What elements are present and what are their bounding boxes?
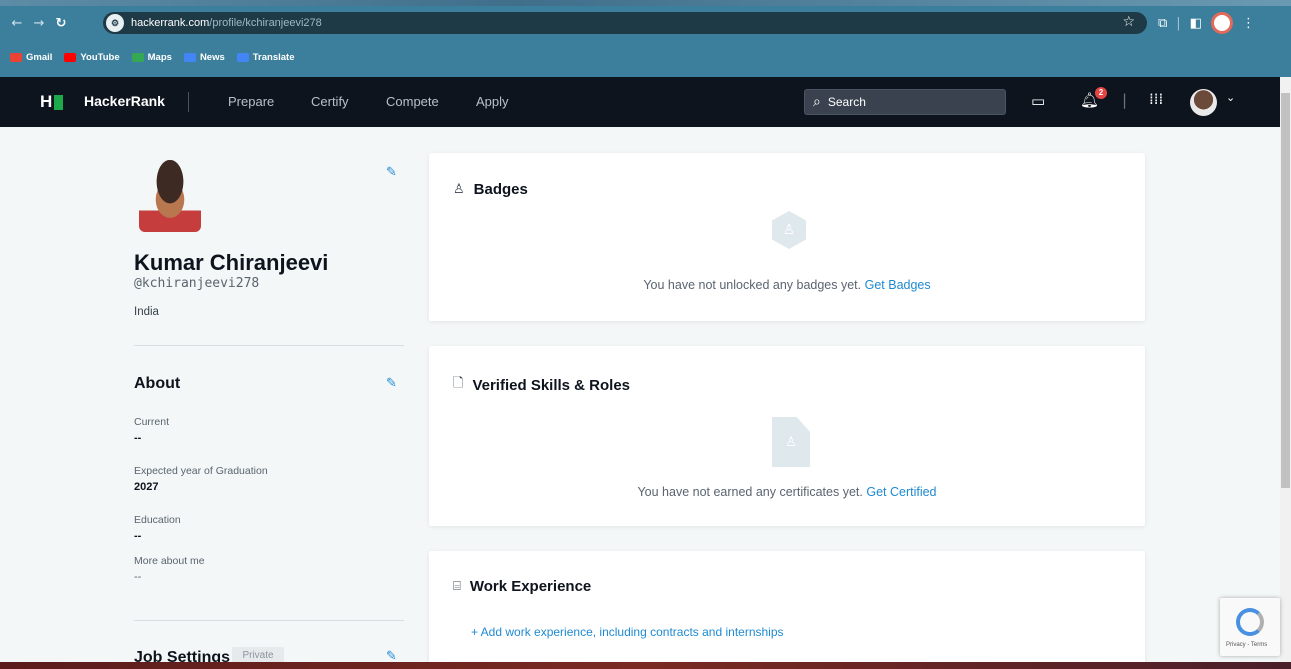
forward-icon[interactable]: → bbox=[28, 16, 50, 31]
back-icon[interactable]: ← bbox=[6, 16, 28, 31]
skills-empty-text: You have not earned any certificates yet… bbox=[637, 485, 863, 499]
nav-link-apply[interactable]: Apply bbox=[476, 94, 509, 109]
nav-link-prepare[interactable]: Prepare bbox=[228, 94, 274, 109]
toolbar-divider: | bbox=[1176, 15, 1181, 31]
browser-actions: ⧉ | ◧ ⋮ bbox=[1158, 12, 1255, 34]
badges-empty-message: You have not unlocked any badges yet. Ge… bbox=[429, 278, 1145, 292]
browser-profile-avatar[interactable] bbox=[1210, 12, 1233, 34]
verified-skills-card: 🗋︎ Verified Skills & Roles ♙ You have no… bbox=[429, 346, 1145, 526]
chevron-down-icon[interactable]: ⌄ bbox=[1226, 91, 1235, 104]
bookmark-label: Translate bbox=[252, 52, 295, 63]
maps-icon bbox=[131, 53, 144, 62]
field-label-education: Education bbox=[134, 514, 181, 526]
nav-divider-2: | bbox=[1122, 91, 1128, 109]
reload-icon[interactable]: ↻ bbox=[50, 16, 72, 31]
hackerrank-logo[interactable]: H bbox=[40, 92, 64, 112]
bookmark-label: Maps bbox=[147, 52, 172, 63]
skills-title-text: Verified Skills & Roles bbox=[472, 376, 631, 394]
edit-about-icon[interactable]: ✎ bbox=[386, 376, 397, 391]
apps-grid-icon[interactable]: ⁞⁞⁞ bbox=[1149, 90, 1163, 108]
youtube-icon bbox=[64, 53, 77, 62]
translate-icon bbox=[236, 53, 249, 62]
badge-icon: ♙ bbox=[453, 182, 465, 197]
document-icon: 🗋︎ bbox=[453, 376, 464, 391]
browser-menu-icon[interactable]: ⋮ bbox=[1242, 16, 1255, 31]
bookmark-translate[interactable]: Translate bbox=[236, 52, 295, 63]
bookmark-label: YouTube bbox=[80, 52, 120, 63]
work-experience-card: ⌸ Work Experience + Add work experience,… bbox=[429, 551, 1145, 669]
field-label-current: Current bbox=[134, 416, 170, 428]
news-icon bbox=[183, 53, 196, 62]
os-taskbar bbox=[0, 662, 1291, 669]
url-path: /profile/kchiranjeevi278 bbox=[209, 17, 322, 29]
bookmark-news[interactable]: News bbox=[183, 52, 225, 63]
field-label-graduation: Expected year of Graduation bbox=[134, 465, 268, 477]
avatar[interactable] bbox=[1190, 89, 1217, 116]
profile-photo bbox=[139, 160, 201, 232]
add-work-experience-link[interactable]: + Add work experience, including contrac… bbox=[471, 625, 784, 639]
certificate-placeholder-icon: ♙ bbox=[772, 417, 810, 467]
get-certified-link[interactable]: Get Certified bbox=[866, 485, 936, 499]
extensions-icon[interactable]: ⧉ bbox=[1158, 16, 1167, 31]
skills-title: 🗋︎ Verified Skills & Roles bbox=[453, 374, 630, 396]
scrollbar-thumb[interactable] bbox=[1281, 93, 1290, 488]
bookmarks-bar: Gmail YouTube Maps News Translate bbox=[10, 52, 294, 63]
profile-handle: @kchiranjeevi278 bbox=[134, 276, 260, 291]
section-divider bbox=[134, 345, 404, 346]
bookmark-label: News bbox=[199, 52, 225, 63]
nav-divider bbox=[188, 92, 189, 112]
search-icon: ⌕ bbox=[813, 94, 821, 110]
get-badges-link[interactable]: Get Badges bbox=[865, 278, 931, 292]
badge-placeholder-icon: ♙ bbox=[772, 211, 806, 249]
edit-profile-icon[interactable]: ✎ bbox=[386, 165, 397, 180]
badges-card: ♙ Badges ♙ You have not unlocked any bad… bbox=[429, 153, 1145, 321]
gmail-icon bbox=[10, 53, 22, 62]
nav-link-certify[interactable]: Certify bbox=[311, 94, 349, 109]
skills-empty-message: You have not earned any certificates yet… bbox=[429, 485, 1145, 499]
badges-empty-text: You have not unlocked any badges yet. bbox=[643, 278, 862, 292]
field-value-more-about: -- bbox=[134, 571, 142, 583]
briefcase-icon: ⌸ bbox=[453, 579, 461, 594]
section-divider bbox=[134, 620, 404, 621]
browser-toolbar: ← → ↻ ⚙ hackerrank.com/profile/kchiranje… bbox=[0, 7, 1291, 39]
recaptcha-badge[interactable]: Privacy - Terms bbox=[1220, 598, 1280, 656]
notification-count-badge: 2 bbox=[1095, 87, 1107, 99]
messages-icon[interactable]: ▭ bbox=[1031, 92, 1045, 110]
search-input[interactable]: ⌕ Search bbox=[804, 89, 1006, 115]
recaptcha-logo-icon bbox=[1236, 608, 1264, 636]
nav-link-compete[interactable]: Compete bbox=[386, 94, 439, 109]
address-bar[interactable]: ⚙ hackerrank.com/profile/kchiranjeevi278… bbox=[103, 12, 1147, 34]
search-placeholder: Search bbox=[827, 95, 866, 109]
field-value-education: -- bbox=[134, 530, 142, 542]
work-title: ⌸ Work Experience bbox=[453, 578, 591, 595]
sidepanel-icon[interactable]: ◧ bbox=[1190, 16, 1202, 31]
bookmark-star-icon[interactable]: ☆ bbox=[1122, 14, 1135, 30]
work-title-text: Work Experience bbox=[469, 578, 592, 595]
bookmark-youtube[interactable]: YouTube bbox=[64, 52, 120, 63]
brand-name[interactable]: HackerRank bbox=[84, 93, 165, 109]
field-value-current: -- bbox=[134, 432, 142, 444]
url-host: hackerrank.com bbox=[131, 17, 210, 29]
profile-name: Kumar Chiranjeevi bbox=[134, 250, 329, 275]
logo-block-icon bbox=[54, 94, 64, 110]
hackerrank-navbar: H HackerRank Prepare Certify Compete App… bbox=[0, 77, 1280, 127]
bookmark-gmail[interactable]: Gmail bbox=[10, 52, 52, 63]
site-info-icon[interactable]: ⚙ bbox=[106, 14, 124, 32]
bookmark-label: Gmail bbox=[26, 52, 53, 63]
recaptcha-footer: Privacy - Terms bbox=[1226, 642, 1268, 648]
profile-country: India bbox=[134, 306, 159, 318]
field-label-more-about: More about me bbox=[134, 555, 205, 567]
logo-letter: H bbox=[40, 92, 53, 111]
badges-title: ♙ Badges bbox=[453, 181, 528, 198]
bookmark-maps[interactable]: Maps bbox=[131, 52, 172, 63]
badges-title-text: Badges bbox=[473, 181, 528, 198]
field-value-graduation: 2027 bbox=[134, 481, 159, 493]
about-heading: About bbox=[134, 375, 181, 392]
